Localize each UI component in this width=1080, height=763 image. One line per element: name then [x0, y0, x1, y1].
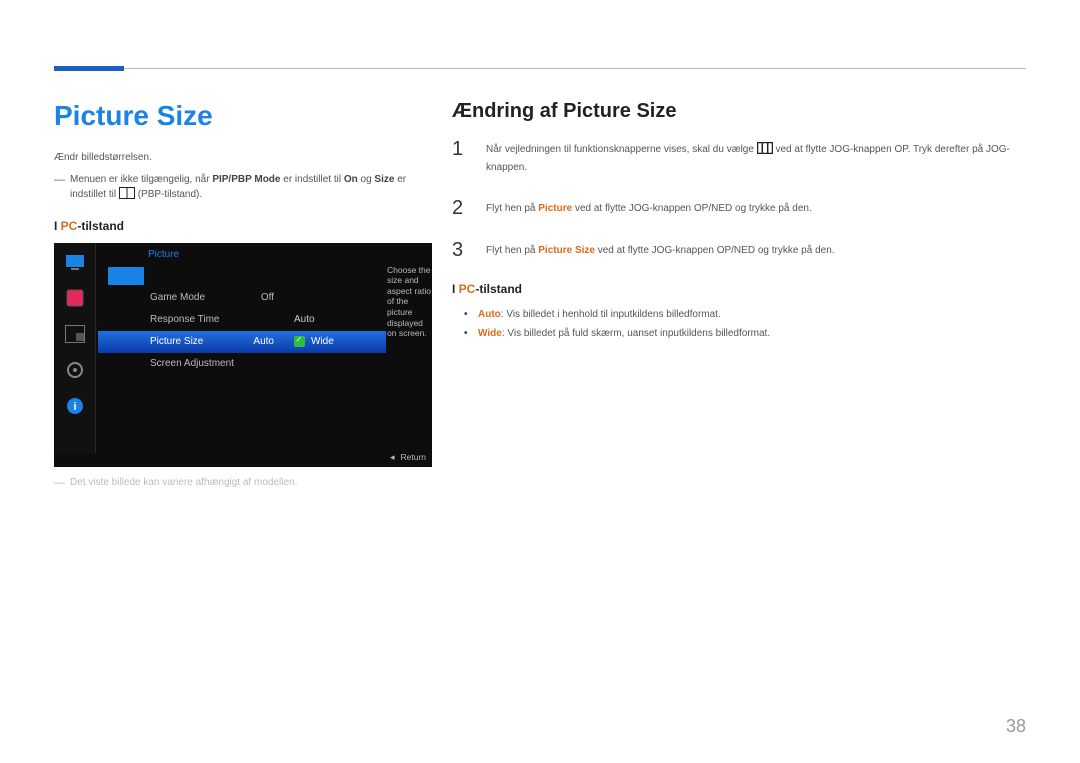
osd-return-hint: Return [390, 452, 426, 463]
bullet-accent: Wide [478, 328, 502, 339]
osd-sidebar: i [54, 243, 96, 453]
osd-row-response-time: Response Time [98, 309, 286, 331]
sub-h-post: -tilstand [77, 219, 124, 233]
step-seg: Flyt hen på [486, 203, 538, 214]
header-rule [54, 68, 1026, 69]
osd-tab-settings-icon [64, 359, 86, 381]
bullet-accent: Auto [478, 309, 501, 320]
osd-current-input-row [98, 265, 286, 287]
menu-grid-icon [757, 142, 773, 160]
step-accent: Picture [538, 203, 572, 214]
header-accent [54, 66, 124, 71]
step-seg: Flyt hen på [486, 245, 538, 256]
osd-help-text: Choose the size and aspect ratio of the … [387, 265, 431, 339]
step-text: Når vejledningen til funktionsknapperne … [486, 139, 1026, 176]
osd-sub-label: Auto [294, 314, 315, 325]
step-1: 1 Når vejledningen til funktionsknappern… [452, 139, 1026, 176]
note-segment: (PBP-tilstand). [138, 189, 202, 200]
osd-row-game-mode: Game Mode Off [98, 287, 286, 309]
step-3: 3 Flyt hen på Picture Size ved at flytte… [452, 240, 1026, 260]
step-text: Flyt hen på Picture Size ved at flytte J… [486, 240, 1026, 259]
osd-submenu-auto: Auto [286, 309, 386, 331]
right-column: Ændring af Picture Size 1 Når vejledning… [452, 100, 1026, 344]
osd-tab-picture-icon [64, 287, 86, 309]
note-segment: Menuen er ikke tilgængelig, når [70, 174, 212, 185]
bullet-auto: Auto: Vis billedet i henhold til inputki… [452, 306, 1026, 323]
osd-label: Screen Adjustment [150, 358, 234, 369]
svg-text:i: i [73, 401, 76, 413]
note-bold: Size [374, 174, 394, 185]
osd-sub-label: Wide [311, 336, 334, 347]
note-bold: PIP/PBP Mode [212, 174, 280, 185]
sub-h-pc: PC [61, 219, 78, 233]
osd-tab-pip-icon [64, 323, 86, 345]
osd-screenshot: i Picture Game Mode Off Response Time Pic… [54, 243, 432, 467]
osd-label: Picture Size [150, 336, 203, 347]
osd-value: Auto [253, 336, 274, 347]
osd-row-screen-adjustment: Screen Adjustment [98, 353, 286, 375]
osd-tab-info-icon: i [64, 395, 86, 417]
osd-input-thumb [108, 267, 144, 285]
osd-submenu: Auto Wide [286, 309, 386, 353]
step-seg: ved at flytte JOG-knappen OP/NED og tryk… [572, 203, 812, 214]
sub-h-post: -tilstand [475, 282, 522, 296]
step-2: 2 Flyt hen på Picture ved at flytte JOG-… [452, 198, 1026, 218]
pbp-grid-icon [119, 187, 135, 205]
sub-h-pre: I [54, 219, 61, 233]
pc-mode-heading-left: I PC-tilstand [54, 219, 432, 233]
step-number: 2 [452, 198, 468, 218]
osd-return-label: Return [400, 452, 426, 462]
step-number: 3 [452, 240, 468, 260]
bullet-wide: Wide: Vis billedet på fuld skærm, uanset… [452, 325, 1026, 342]
note-segment: er indstillet til [280, 174, 343, 185]
page-number: 38 [1006, 716, 1026, 737]
check-icon [294, 336, 305, 347]
left-column: Picture Size Ændr billedstørrelsen. Menu… [54, 100, 432, 496]
osd-header: Picture [54, 243, 432, 266]
bullet-text: : Vis billedet i henhold til inputkilden… [501, 309, 721, 320]
section-title: Picture Size [54, 100, 432, 132]
note-segment: og [358, 174, 375, 185]
step-number: 1 [452, 139, 468, 159]
model-footnote: Det viste billede kan variere afhængigt … [54, 475, 432, 491]
osd-value: Off [261, 292, 274, 303]
osd-tab-display-icon [64, 251, 86, 273]
step-text: Flyt hen på Picture ved at flytte JOG-kn… [486, 198, 1026, 217]
step-seg: ved at flytte JOG-knappen OP/NED og tryk… [595, 245, 835, 256]
sub-h-pre: I [452, 282, 459, 296]
osd-menu: Game Mode Off Response Time Picture Size A… [98, 265, 286, 375]
step-seg: Når vejledningen til funktionsknapperne … [486, 144, 757, 155]
osd-label: Game Mode [150, 292, 205, 303]
sub-h-pc: PC [459, 282, 476, 296]
note-bold: On [344, 174, 358, 185]
bullet-text: : Vis billedet på fuld skærm, uanset inp… [502, 328, 770, 339]
availability-note: Menuen er ikke tilgængelig, når PIP/PBP … [54, 172, 432, 205]
osd-label: Response Time [150, 314, 219, 325]
intro-text: Ændr billedstørrelsen. [54, 150, 432, 166]
osd-row-picture-size: Picture Size Auto [98, 331, 286, 353]
step-accent: Picture Size [538, 245, 595, 256]
osd-submenu-wide: Wide [286, 331, 386, 353]
right-title: Ændring af Picture Size [452, 100, 1026, 123]
pc-mode-heading-right: I PC-tilstand [452, 282, 1026, 296]
